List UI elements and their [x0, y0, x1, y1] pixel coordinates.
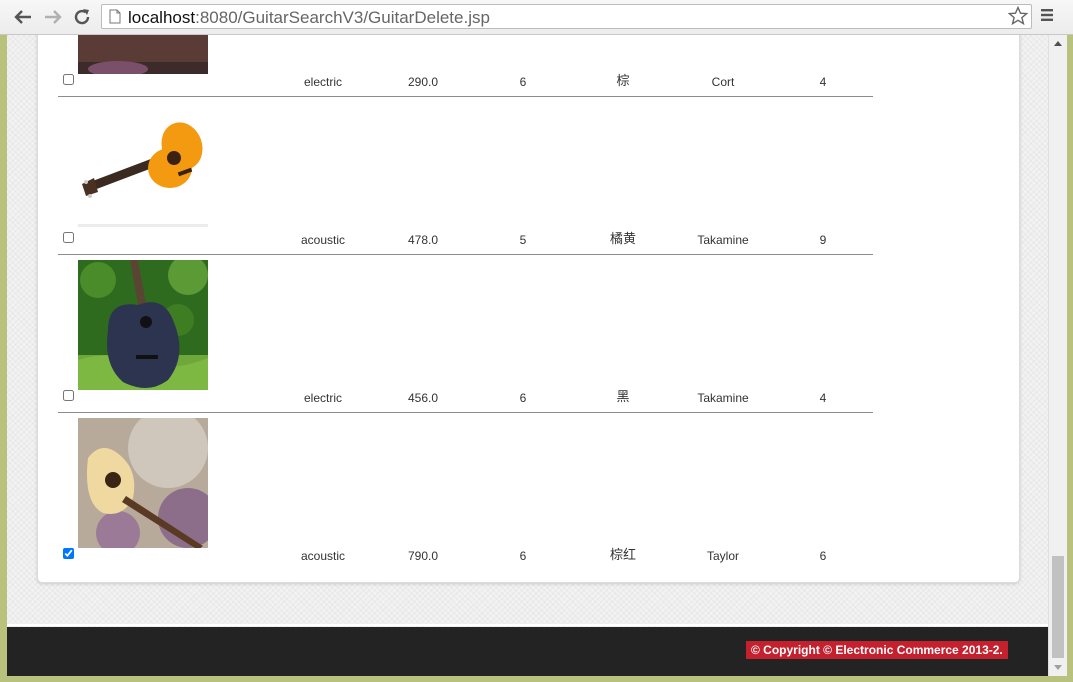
- guitar-list-panel: electric 290.0 6 棕 Cort 4 acoustic 478.0…: [37, 35, 1020, 583]
- table-row: electric 456.0 6 黑 Takamine 4: [38, 254, 1019, 412]
- table-row: acoustic 790.0 6 棕红 Taylor 6: [38, 412, 1019, 570]
- row-checkbox[interactable]: [63, 548, 74, 559]
- back-arrow-icon: [14, 10, 31, 24]
- url-text: localhost:8080/GuitarSearchV3/GuitarDele…: [128, 8, 490, 28]
- cell-type: electric: [303, 75, 342, 89]
- row-divider: [58, 412, 873, 413]
- page-footer: © Copyright © Electronic Commerce 2013-2…: [7, 627, 1048, 676]
- row-checkbox[interactable]: [63, 74, 74, 85]
- row-divider: [58, 96, 873, 97]
- cell-price: 790.0: [407, 549, 439, 563]
- table-row: acoustic 478.0 5 橘黄 Takamine 9: [38, 96, 1019, 254]
- cell-color: 棕: [616, 73, 630, 88]
- row-divider: [58, 254, 873, 255]
- reload-icon: [74, 9, 90, 25]
- table-row: electric 290.0 6 棕 Cort 4: [38, 35, 1019, 96]
- cell-strings: 6: [519, 391, 527, 405]
- guitar-image: [78, 35, 208, 74]
- bookmark-star-icon[interactable]: [1008, 6, 1028, 26]
- cell-type: acoustic: [300, 233, 346, 247]
- cell-builder: Takamine: [697, 391, 749, 405]
- guitar-image: [78, 260, 208, 390]
- cell-price: 478.0: [407, 233, 439, 247]
- cell-stock: 4: [819, 75, 827, 89]
- forward-arrow-icon: [45, 10, 62, 24]
- cell-color: 黑: [616, 389, 630, 404]
- cell-builder: Cort: [711, 75, 735, 89]
- cell-builder: Takamine: [697, 233, 749, 247]
- copyright-notice: © Copyright © Electronic Commerce 2013-2…: [746, 641, 1008, 659]
- footer-divider: [7, 624, 1048, 626]
- page-viewport: electric 290.0 6 棕 Cort 4 acoustic 478.0…: [7, 35, 1048, 676]
- guitar-image: [78, 102, 208, 232]
- scroll-up-arrow-icon[interactable]: [1053, 39, 1063, 47]
- menu-icon[interactable]: [1040, 8, 1054, 22]
- cell-type: acoustic: [300, 549, 346, 563]
- page-icon: [109, 9, 121, 24]
- cell-stock: 4: [819, 391, 827, 405]
- guitar-image: [78, 418, 208, 548]
- scroll-down-arrow-icon[interactable]: [1053, 664, 1063, 672]
- forward-button[interactable]: [42, 6, 64, 28]
- address-bar[interactable]: localhost:8080/GuitarSearchV3/GuitarDele…: [101, 4, 1032, 29]
- reload-button[interactable]: [71, 6, 93, 28]
- row-checkbox[interactable]: [63, 390, 74, 401]
- cell-price: 456.0: [407, 391, 439, 405]
- cell-color: 橘黄: [609, 231, 636, 246]
- browser-toolbar: localhost:8080/GuitarSearchV3/GuitarDele…: [0, 0, 1073, 35]
- vertical-scrollbar[interactable]: [1048, 35, 1067, 676]
- cell-color: 棕红: [609, 547, 636, 562]
- cell-strings: 6: [519, 75, 527, 89]
- cell-type: electric: [303, 391, 342, 405]
- url-path: :8080/GuitarSearchV3/GuitarDelete.jsp: [195, 8, 490, 27]
- cell-stock: 9: [819, 233, 827, 247]
- scrollbar-thumb[interactable]: [1052, 556, 1064, 658]
- window-frame: [1067, 35, 1073, 682]
- cell-stock: 6: [819, 549, 827, 563]
- cell-strings: 6: [519, 549, 527, 563]
- url-host: localhost: [128, 8, 196, 27]
- row-checkbox[interactable]: [63, 232, 74, 243]
- cell-price: 290.0: [407, 75, 439, 89]
- back-button[interactable]: [12, 6, 34, 28]
- cell-strings: 5: [519, 233, 527, 247]
- cell-builder: Taylor: [706, 549, 739, 563]
